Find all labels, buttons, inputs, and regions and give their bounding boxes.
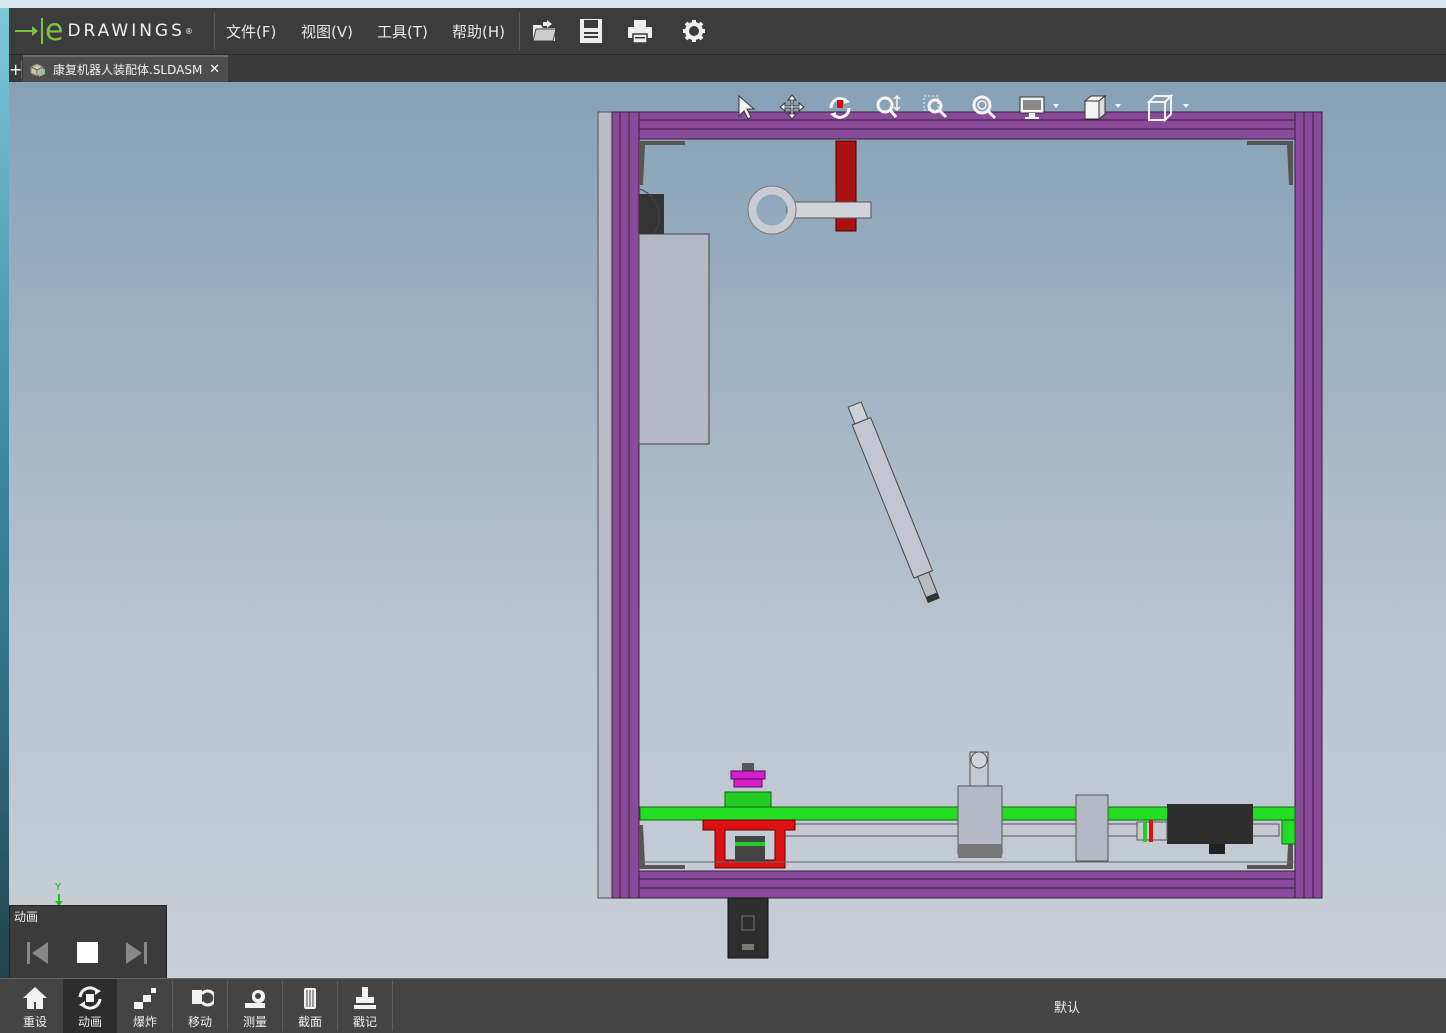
corner-brackets [639, 141, 1293, 869]
green-coupling [724, 791, 772, 808]
explode-button[interactable]: 爆炸 [118, 979, 172, 1033]
zoom-icon[interactable] [969, 92, 999, 124]
tab-document-label: 康复机器人装配体.SLDASM [53, 63, 203, 77]
animate-label: 动画 [77, 1015, 102, 1029]
menu-separator [519, 12, 520, 50]
purple-frame [611, 111, 1323, 899]
select-arrow-icon[interactable] [731, 92, 761, 124]
stamp-button[interactable]: 戳记 [338, 979, 392, 1033]
measure-button[interactable]: 测量 [228, 979, 282, 1033]
menu-separator [214, 12, 215, 50]
section-label: 截面 [297, 1015, 322, 1029]
stamp-icon [354, 987, 376, 1009]
view-orientation-icon[interactable] [1081, 92, 1125, 124]
menu-view[interactable]: 视图(V) [301, 21, 353, 42]
animate-icon [78, 986, 102, 1010]
logo-bar-icon [41, 18, 43, 44]
stop-icon[interactable] [72, 936, 102, 968]
document-tab-bar: + 康复机器人装配体.SLDASM ✕ [9, 55, 1446, 82]
move-icon [192, 989, 214, 1007]
model-viewport[interactable]: Y [9, 82, 1446, 978]
save-icon[interactable] [577, 17, 605, 45]
move-button[interactable]: 移动 [173, 979, 227, 1033]
new-tab-button[interactable]: + [9, 61, 22, 79]
menu-file[interactable]: 文件(F) [226, 21, 276, 42]
stepper-motor [1167, 804, 1253, 844]
open-folder-icon[interactable] [530, 17, 558, 45]
display-style-icon[interactable] [1017, 92, 1061, 124]
animation-panel: 动画 [9, 905, 167, 980]
menu-tools[interactable]: 工具(T) [377, 21, 428, 42]
explode-label: 爆炸 [132, 1015, 157, 1029]
slider-block [957, 785, 1003, 855]
edrawings-logo: e DRAWINGS ® [15, 15, 193, 47]
tab-document[interactable]: 康复机器人装配体.SLDASM ✕ [23, 55, 228, 82]
section-button[interactable]: 截面 [283, 979, 337, 1033]
pan-icon[interactable] [777, 92, 807, 124]
bearing-block [1075, 794, 1109, 862]
home-icon [23, 987, 47, 1009]
zoom-to-area-icon[interactable] [921, 92, 951, 124]
assembly-file-icon [30, 62, 45, 77]
left-side-panel [597, 111, 613, 899]
bottom-toolbar: 重设 动画 爆炸 移动 测量 截面 戳记 默认 [0, 978, 1446, 1033]
eye-bolt-ring [747, 185, 797, 235]
control-box [638, 233, 710, 445]
window-top-edge [0, 0, 1446, 8]
skip-back-icon[interactable] [22, 936, 52, 968]
reset-label: 重设 [22, 1015, 47, 1029]
desktop-background-strip [0, 0, 9, 1032]
logo-e-mark: e [45, 13, 64, 48]
skip-forward-icon[interactable] [122, 936, 152, 968]
stamp-label: 戳记 [352, 1015, 377, 1029]
configuration-name[interactable]: 默认 [1054, 997, 1080, 1016]
animation-panel-title: 动画 [14, 910, 39, 924]
menu-help[interactable]: 帮助(H) [452, 21, 505, 42]
logo-wordmark: DRAWINGS [67, 21, 185, 41]
pulley-cap [742, 763, 754, 771]
eye-bolt-shaft [786, 201, 872, 219]
settings-gear-icon[interactable] [680, 17, 708, 45]
top-motor [639, 194, 664, 236]
menu-bar: e DRAWINGS ® 文件(F) 视图(V) 工具(T) 帮助(H) [9, 8, 1446, 55]
print-icon[interactable] [626, 17, 654, 45]
reset-button[interactable]: 重设 [8, 979, 62, 1033]
move-label: 移动 [187, 1015, 212, 1029]
standard-views-icon[interactable] [1145, 92, 1189, 124]
animate-button[interactable]: 动画 [63, 979, 117, 1033]
triad-y-label: Y [54, 882, 62, 893]
lower-coupling [735, 836, 765, 862]
section-icon [304, 988, 316, 1009]
logo-arrow-icon [15, 26, 38, 36]
rotate-icon[interactable] [825, 92, 855, 124]
toolbar-separator [392, 981, 393, 1031]
assembly-model [597, 111, 1323, 959]
measure-icon [245, 990, 265, 1008]
explode-icon [134, 988, 156, 1009]
tab-close-button[interactable]: ✕ [209, 62, 220, 77]
zoom-to-fit-icon[interactable] [873, 92, 903, 124]
angled-actuator [847, 401, 940, 604]
measure-label: 测量 [242, 1015, 267, 1029]
logo-registered-mark: ® [184, 26, 193, 36]
